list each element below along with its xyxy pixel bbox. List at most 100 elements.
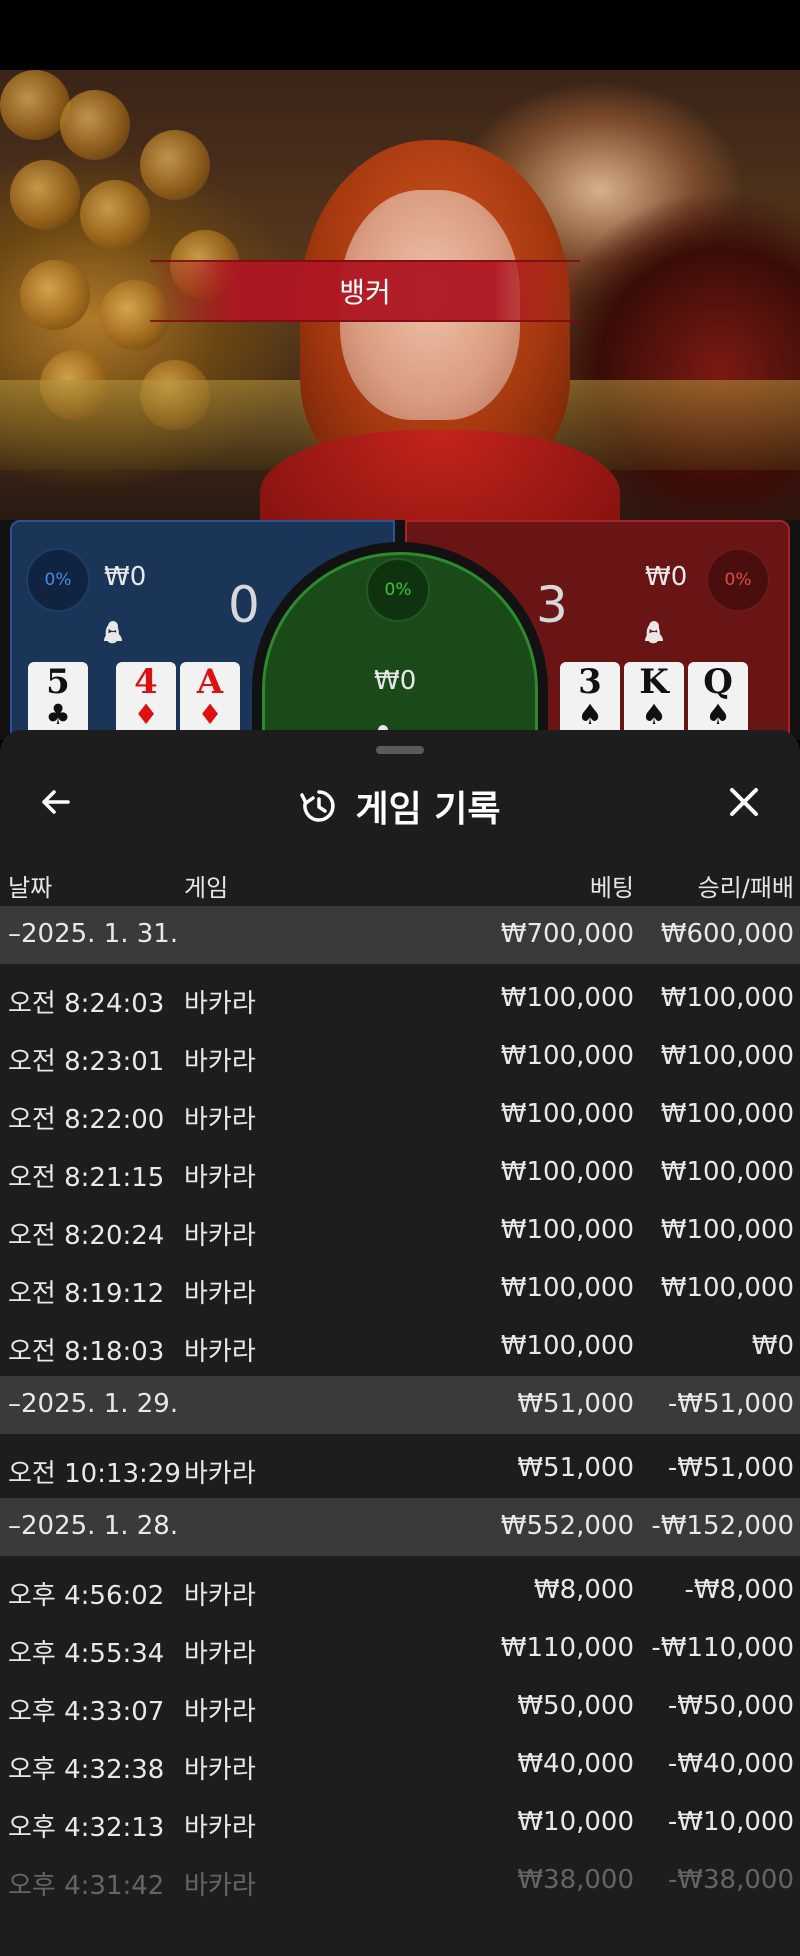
status-bar — [0, 0, 800, 70]
row-time: 오전 8:19:12 — [8, 1279, 165, 1309]
row-win-loss: ₩100,000 — [660, 983, 794, 1013]
player-count: 0 — [104, 620, 121, 650]
row-win-loss: ₩100,000 — [660, 1273, 794, 1303]
live-dealer-video: 뱅커 — [0, 70, 800, 520]
row-game: 바카라 — [184, 1337, 256, 1367]
back-button[interactable] — [36, 782, 76, 822]
sheet-header: 게임 기록 — [0, 770, 800, 842]
col-header-game: 게임 — [184, 874, 229, 902]
history-row[interactable]: 오전 8:20:24 바카라 ₩100,000 ₩100,000 — [0, 1202, 800, 1260]
history-icon — [300, 790, 336, 822]
row-time: 오전 8:18:03 — [8, 1337, 165, 1367]
diamond-suit-icon: ♦ — [197, 698, 223, 731]
table-header: 날짜 게임 베팅 승리/패배 — [0, 860, 800, 904]
coin-decoration — [60, 90, 130, 160]
history-row[interactable]: 오후 4:32:13 바카라 ₩10,000 -₩10,000 — [0, 1794, 800, 1852]
row-time: 오후 4:33:07 — [8, 1697, 165, 1727]
row-time: 오전 8:20:24 — [8, 1221, 165, 1251]
tie-amount: ₩0 — [374, 666, 417, 696]
row-game: 바카라 — [184, 1279, 256, 1309]
row-game: 바카라 — [184, 1163, 256, 1193]
bet-area: 0% 0% 0% ₩0 0 ₩0 0 ₩0 0 0 3 5 ♣ 4 ♦ A ♦ … — [0, 520, 800, 792]
row-bet: ₩100,000 — [500, 1157, 634, 1187]
spade-suit-icon: ♠ — [705, 698, 731, 731]
col-header-win-loss: 승리/패배 — [697, 874, 794, 902]
card-rank: 4 — [134, 662, 158, 702]
history-row[interactable]: 오전 8:18:03 바카라 ₩100,000 ₩0 — [0, 1318, 800, 1376]
row-bet: ₩100,000 — [500, 983, 634, 1013]
row-time: 오후 4:32:13 — [8, 1813, 165, 1843]
history-row[interactable]: 오전 8:24:03 바카라 ₩100,000 ₩100,000 — [0, 970, 800, 1028]
row-game: 바카라 — [184, 1047, 256, 1077]
club-suit-icon: ♣ — [45, 698, 71, 731]
banker-amount: ₩0 — [645, 562, 688, 592]
group-bet-total: ₩51,000 — [517, 1389, 634, 1419]
row-bet: ₩51,000 — [517, 1453, 634, 1483]
row-game: 바카라 — [184, 1105, 256, 1135]
group-bet-total: ₩700,000 — [500, 919, 634, 949]
row-game: 바카라 — [184, 1581, 256, 1611]
row-win-loss: ₩100,000 — [660, 1041, 794, 1071]
close-icon — [730, 788, 758, 816]
history-row[interactable]: 오전 8:23:01 바카라 ₩100,000 ₩100,000 — [0, 1028, 800, 1086]
history-row[interactable]: 오후 4:55:34 바카라 ₩110,000 -₩110,000 — [0, 1620, 800, 1678]
row-win-loss: ₩100,000 — [660, 1099, 794, 1129]
date-group-row[interactable]: –2025. 1. 31. ₩700,000 ₩600,000 — [0, 906, 800, 964]
row-game: 바카라 — [184, 1755, 256, 1785]
row-bet: ₩100,000 — [500, 1273, 634, 1303]
history-row[interactable]: 오전 8:22:00 바카라 ₩100,000 ₩100,000 — [0, 1086, 800, 1144]
row-win-loss: -₩10,000 — [667, 1807, 794, 1837]
group-win-total: -₩152,000 — [651, 1511, 794, 1541]
row-bet: ₩40,000 — [517, 1749, 634, 1779]
row-time: 오후 4:55:34 — [8, 1639, 165, 1669]
sheet-title: 게임 기록 — [355, 789, 501, 830]
coin-decoration — [10, 160, 80, 230]
group-bet-total: ₩552,000 — [500, 1511, 634, 1541]
row-game: 바카라 — [184, 989, 256, 1019]
row-win-loss: ₩100,000 — [660, 1157, 794, 1187]
history-row[interactable]: 오전 8:21:15 바카라 ₩100,000 ₩100,000 — [0, 1144, 800, 1202]
row-win-loss: -₩110,000 — [651, 1633, 794, 1663]
row-bet: ₩8,000 — [533, 1575, 634, 1605]
row-win-loss: -₩40,000 — [667, 1749, 794, 1779]
row-game: 바카라 — [184, 1221, 256, 1251]
date-group-row[interactable]: –2025. 1. 29. ₩51,000 -₩51,000 — [0, 1376, 800, 1434]
spade-suit-icon: ♠ — [577, 698, 603, 731]
col-header-date: 날짜 — [8, 874, 53, 902]
row-bet: ₩100,000 — [500, 1099, 634, 1129]
title-wrap: 게임 기록 — [0, 770, 800, 842]
date-group-row[interactable]: –2025. 1. 28. ₩552,000 -₩152,000 — [0, 1498, 800, 1556]
row-game: 바카라 — [184, 1697, 256, 1727]
row-win-loss: -₩8,000 — [684, 1575, 794, 1605]
history-row[interactable]: 오후 4:56:02 바카라 ₩8,000 -₩8,000 — [0, 1562, 800, 1620]
row-bet: ₩50,000 — [517, 1691, 634, 1721]
group-win-total: ₩600,000 — [660, 919, 794, 949]
player-amount: ₩0 — [104, 562, 147, 592]
history-row[interactable]: 오후 4:32:38 바카라 ₩40,000 -₩40,000 — [0, 1736, 800, 1794]
result-banner: 뱅커 — [150, 260, 580, 322]
history-row[interactable]: 오전 8:19:12 바카라 ₩100,000 ₩100,000 — [0, 1260, 800, 1318]
card-rank: Q — [703, 662, 733, 702]
group-date: –2025. 1. 29. — [8, 1389, 179, 1419]
group-win-total: -₩51,000 — [667, 1389, 794, 1419]
row-game: 바카라 — [184, 1459, 256, 1489]
drag-handle[interactable] — [376, 746, 424, 754]
game-history-sheet: 게임 기록 날짜 게임 베팅 승리/패배 –2025. 1. 31. ₩700,0… — [0, 730, 800, 1956]
row-time: 오전 8:23:01 — [8, 1047, 165, 1077]
close-button[interactable] — [724, 782, 764, 822]
history-row[interactable]: 오전 10:13:29 바카라 ₩51,000 -₩51,000 — [0, 1440, 800, 1498]
row-bet: ₩100,000 — [500, 1041, 634, 1071]
row-game: 바카라 — [184, 1871, 256, 1901]
row-time: 오후 4:56:02 — [8, 1581, 165, 1611]
coin-decoration — [20, 260, 90, 330]
row-time: 오후 4:31:42 — [8, 1871, 165, 1901]
arrow-left-icon — [42, 790, 70, 814]
history-row[interactable]: 오후 4:31:42 바카라 ₩38,000 -₩38,000 — [0, 1852, 800, 1910]
row-bet: ₩38,000 — [517, 1865, 634, 1895]
row-win-loss: ₩100,000 — [660, 1215, 794, 1245]
row-time: 오전 8:24:03 — [8, 989, 165, 1019]
row-time: 오전 8:21:15 — [8, 1163, 165, 1193]
history-row[interactable]: 오후 4:33:07 바카라 ₩50,000 -₩50,000 — [0, 1678, 800, 1736]
card-rank: 5 — [46, 662, 70, 702]
row-win-loss: ₩0 — [751, 1331, 794, 1361]
